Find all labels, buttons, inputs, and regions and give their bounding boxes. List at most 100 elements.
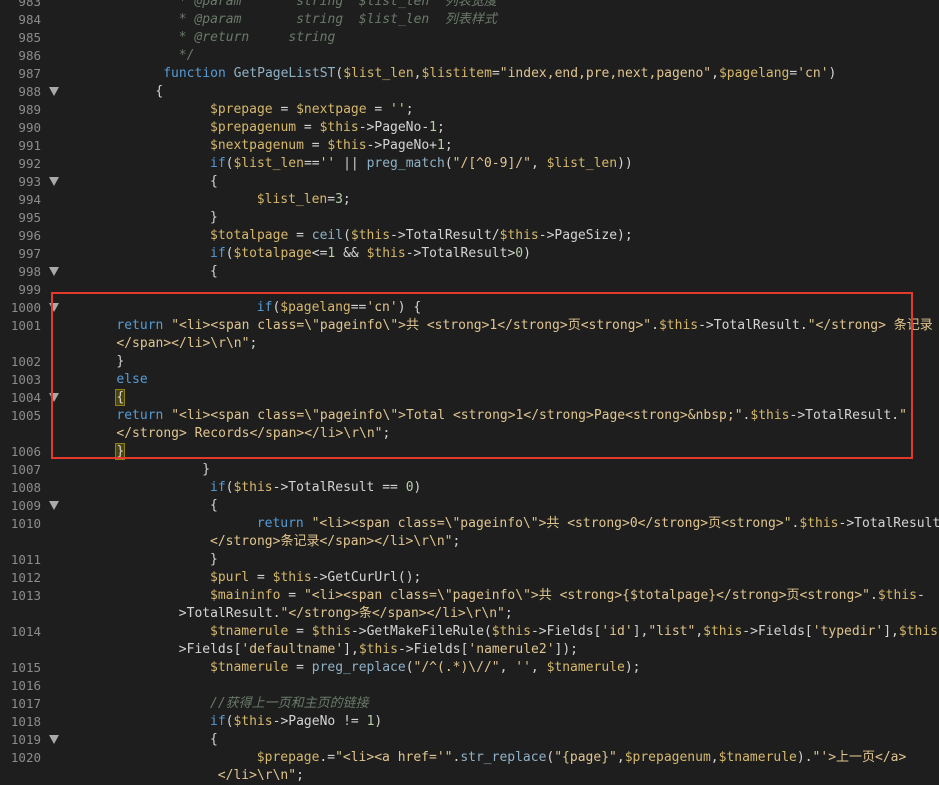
code-text: if($this->PageNo != 1) (210, 713, 939, 731)
token-str: '' (390, 102, 406, 117)
code-line[interactable]: 998 { (0, 263, 939, 281)
code-line[interactable]: 992 if($list_len=='' || preg_match("/[^0-… (0, 155, 939, 173)
code-line[interactable]: 1012 $purl = $this->GetCurUrl(); (0, 569, 939, 587)
code-line[interactable]: >Fields['defaultname'],$this->Fields['na… (0, 641, 939, 659)
code-line[interactable]: 991 $nextpagenum = $this->PageNo+1; (0, 137, 939, 155)
token-op: TotalResult/ (405, 228, 500, 243)
code-line[interactable]: 983 * @param string $list_len 列表宽度 (0, 0, 939, 11)
code-line[interactable]: 985 * @return string (0, 29, 939, 47)
token-op: -> (789, 408, 806, 423)
code-line[interactable]: >TotalResult."</strong>条</span></li>\r\n… (0, 605, 939, 623)
code-line[interactable]: 1001 return "<li><span class=\"pageinfo\"… (0, 317, 939, 335)
fold-arrow-icon[interactable] (49, 303, 59, 312)
code-line[interactable]: 1003 else (0, 371, 939, 389)
code-line[interactable]: 1011} (0, 551, 939, 569)
code-line[interactable]: </strong> Records</span></li>\r\n"; (0, 425, 939, 443)
token-str: '' (319, 156, 336, 171)
code-line[interactable]: 1004 { (0, 389, 939, 407)
code-line[interactable]: 1020 $prepage.="<li><a href='".str_replac… (0, 749, 939, 767)
code-line[interactable]: 986 */ (0, 47, 939, 65)
token-var: $this (499, 228, 539, 243)
code-line[interactable]: 987 function GetPageListST($list_len,$lis… (0, 65, 939, 83)
fold-arrow-icon[interactable] (49, 267, 59, 276)
token-op: ). (796, 750, 813, 765)
line-number: 1017 (10, 696, 41, 711)
token-op: = (288, 228, 312, 243)
code-text: $maininfo = "<li><span class=\"pageinfo\… (210, 587, 939, 605)
token-op: { (210, 174, 218, 189)
line-number: 1005 (10, 408, 41, 423)
code-text: return "<li><span class=\"pageinfo\">共 <… (116, 317, 939, 335)
code-line[interactable]: </span></li>\r\n"; (0, 335, 939, 353)
code-editor[interactable]: 983 * @param string $list_len 列表宽度 984 * @p… (0, 0, 939, 785)
token-op: , (695, 624, 704, 639)
code-line[interactable]: </strong>条记录</span></li>\r\n"; (0, 533, 939, 551)
token-var: $nextpage (296, 102, 367, 117)
code-line[interactable]: 1015 $tnamerule = preg_replace("/^(.*)\//… (0, 659, 939, 677)
token-str: 'cn' (797, 66, 829, 81)
token-kw: return (116, 408, 172, 423)
code-line[interactable]: 1005 return "<li><span class=\"pageinfo\"… (0, 407, 939, 425)
code-line[interactable]: 1016 (0, 677, 939, 695)
code-line[interactable]: 1002} (0, 353, 939, 371)
fold-arrow-icon[interactable] (49, 501, 59, 510)
code-line[interactable]: 1006} (0, 443, 939, 461)
code-line[interactable]: 999 (0, 281, 939, 299)
code-line[interactable]: 995} (0, 209, 939, 227)
code-line[interactable]: </li>\r\n"; (0, 767, 939, 785)
code-line[interactable]: 1009 { (0, 497, 939, 515)
code-line[interactable]: 1007} (0, 461, 939, 479)
token-str: "<li><a href='" (335, 750, 453, 765)
fold-arrow-icon[interactable] (49, 735, 59, 744)
code-line[interactable]: 996 $totalpage = ceil($this->TotalResult/… (0, 227, 939, 245)
token-var: $totalpage (233, 246, 312, 261)
fold-arrow-icon[interactable] (49, 177, 59, 186)
token-var: $this (366, 246, 406, 261)
token-op: = (296, 120, 320, 135)
fold-arrow-icon[interactable] (49, 393, 59, 402)
token-var: $this (491, 624, 531, 639)
code-line[interactable]: 989 $prepage = $nextpage = ''; (0, 101, 939, 119)
token-op: >Fields[ (178, 642, 242, 657)
code-line[interactable]: 1008 if($this->TotalResult == 0) (0, 479, 939, 497)
line-number: 988 (18, 84, 41, 99)
token-fn: preg_replace (311, 660, 406, 675)
token-op: ( (343, 228, 351, 243)
token-op: ); (624, 660, 641, 675)
code-line[interactable]: 1019 { (0, 731, 939, 749)
code-line[interactable]: 984 * @param string $list_len 列表样式 (0, 11, 939, 29)
code-line[interactable]: 1000 if($pagelang=='cn') { (0, 299, 939, 317)
token-var: $this (233, 714, 273, 729)
code-text: $purl = $this->GetCurUrl(); (210, 569, 939, 587)
code-text: */ (179, 47, 939, 65)
code-line[interactable]: 993 { (0, 173, 939, 191)
code-text: { (210, 497, 939, 515)
code-line[interactable]: 1010 return "<li><span class=\"pageinfo\"… (0, 515, 939, 533)
code-text: function GetPageListST($list_len,$listit… (163, 65, 939, 83)
fold-arrow-icon[interactable] (49, 87, 59, 96)
code-line[interactable]: 988 { (0, 83, 939, 101)
code-line[interactable]: 1017 //获得上一页和主页的链接 (0, 695, 939, 713)
token-var: $purl (210, 570, 250, 585)
token-str: "/^(.*)\//" (413, 660, 500, 675)
code-line[interactable]: 997 if($totalpage<=1 && $this->TotalResul… (0, 245, 939, 263)
token-str: "/[^0-9]/" (452, 156, 531, 171)
token-str: </span></li>\r\n" (116, 336, 250, 351)
token-op: ; (405, 102, 414, 117)
code-line[interactable]: 1018 if($this->PageNo != 1) (0, 713, 939, 731)
line-number: 985 (18, 30, 41, 45)
token-op: ; (444, 138, 453, 153)
line-number: 1007 (10, 462, 41, 477)
code-line[interactable]: 1014 $tnamerule = $this->GetMakeFileRule(… (0, 623, 939, 641)
line-number: 987 (18, 66, 41, 81)
line-number: 1011 (10, 552, 41, 567)
code-line[interactable]: 1013 $maininfo = "<li><span class=\"pagei… (0, 587, 939, 605)
line-number: 986 (18, 48, 41, 63)
code-line[interactable]: 990 $prepagenum = $this->PageNo-1; (0, 119, 939, 137)
token-str: "list" (648, 624, 696, 639)
token-op: TotalResult. (713, 318, 808, 333)
code-text: } (116, 353, 939, 371)
code-line[interactable]: 994 $list_len=3; (0, 191, 939, 209)
token-str: 'typedir' (812, 624, 884, 639)
line-number: 1016 (10, 678, 41, 693)
